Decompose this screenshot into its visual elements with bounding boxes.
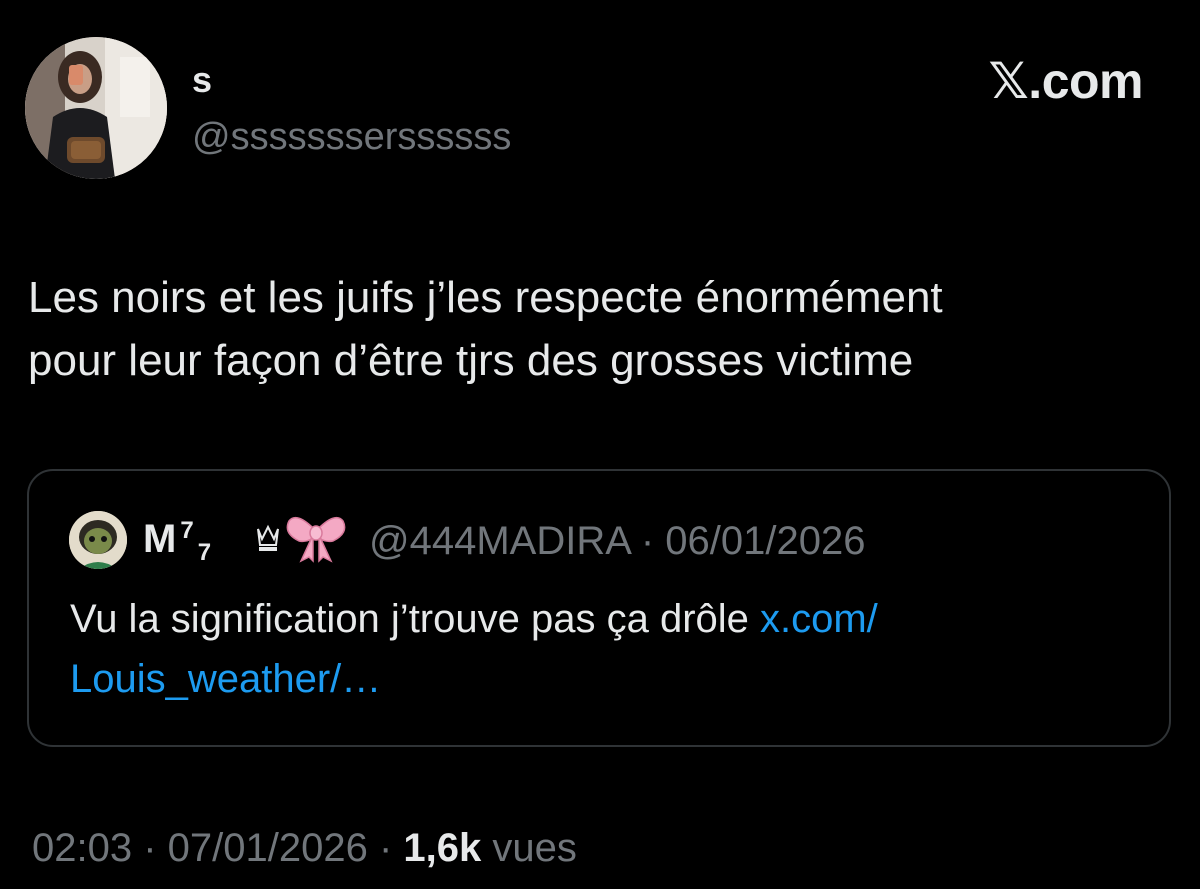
quoted-text-body: Vu la signification j’trouve pas ça drôl… bbox=[70, 597, 760, 641]
views-label: vues bbox=[481, 826, 577, 870]
tweet-text: Les noirs et les juifs j’les respecte én… bbox=[28, 273, 943, 385]
quoted-handle-date[interactable]: @444MADIRA · 06/01/2026 bbox=[369, 521, 865, 561]
tweet-footer: 02:03 · 07/01/2026 · 1,6k vues bbox=[32, 828, 577, 868]
avatar[interactable] bbox=[25, 37, 167, 179]
crown-icon bbox=[257, 524, 279, 551]
pink-bow-icon bbox=[286, 516, 346, 563]
profile-photo-icon bbox=[25, 37, 167, 179]
quoted-tweet-card[interactable]: M 77 @444MADIRA · 06/01/2026 Vu la signif… bbox=[27, 469, 1171, 747]
quoted-link-part2[interactable]: Louis_weather/… bbox=[70, 657, 381, 701]
quoted-link-part1[interactable]: x.com/ bbox=[760, 597, 878, 641]
display-name[interactable]: s bbox=[192, 62, 212, 98]
quoted-name-superscript: 7 bbox=[180, 517, 194, 544]
quoted-avatar[interactable] bbox=[69, 511, 127, 569]
quoted-display-name[interactable]: M 77 bbox=[143, 517, 211, 565]
cartoon-avatar-icon bbox=[69, 511, 127, 569]
user-handle[interactable]: @ssssssserssssss bbox=[192, 118, 511, 156]
quoted-name-subscript: 7 bbox=[197, 539, 212, 566]
quoted-tweet-text: Vu la signification j’trouve pas ça drôl… bbox=[70, 589, 1150, 709]
x-logo-brand: 𝕏.com bbox=[988, 53, 1144, 109]
views-count: 1,6k bbox=[403, 826, 482, 870]
timestamp[interactable]: 02:03 · 07/01/2026 · bbox=[32, 826, 403, 870]
quoted-name-text: M bbox=[143, 517, 177, 561]
